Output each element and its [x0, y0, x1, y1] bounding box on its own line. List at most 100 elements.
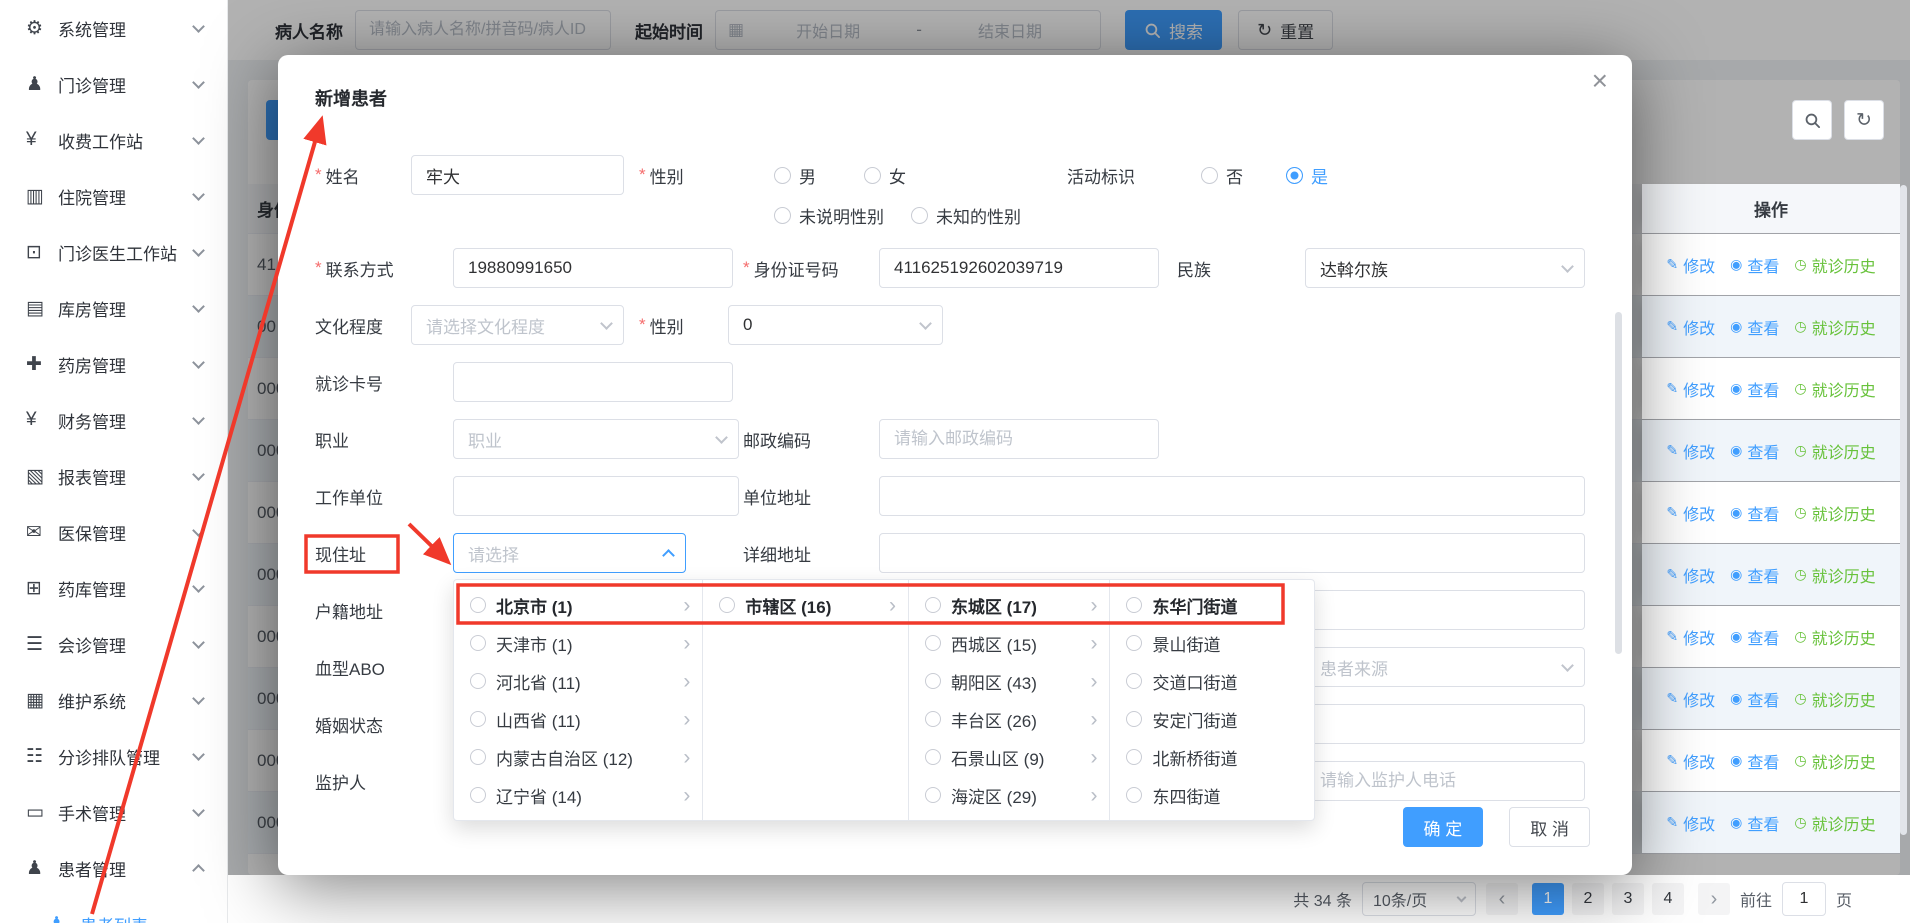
cascader-option[interactable]: 朝阳区 (43)›	[909, 662, 1110, 700]
page-button-1[interactable]: 1	[1532, 883, 1564, 915]
sidebar-item[interactable]: ⊡门诊医生工作站	[0, 224, 227, 280]
cascader-option[interactable]: 天津市 (1)›	[454, 624, 702, 662]
ethnicity-select[interactable]: 达斡尔族	[1305, 248, 1585, 288]
sidebar-item[interactable]: ☰会诊管理	[0, 616, 227, 672]
refresh-table-button[interactable]: ↻	[1844, 100, 1884, 140]
edit-link[interactable]: ✎修改	[1666, 315, 1715, 339]
sidebar-item[interactable]: ♟门诊管理	[0, 56, 227, 112]
cascader-option[interactable]: 河北省 (11)›	[454, 662, 702, 700]
radio-gender-unspecified[interactable]: 未说明性别	[774, 195, 884, 235]
cascader-option[interactable]: 石景山区 (9)›	[909, 738, 1110, 776]
sidebar-item[interactable]: ☷分诊排队管理	[0, 728, 227, 784]
current-address-select[interactable]: 请选择	[453, 533, 686, 573]
view-link[interactable]: ◉查看	[1730, 501, 1779, 525]
sidebar-item[interactable]: ¥财务管理	[0, 392, 227, 448]
card-no-input[interactable]	[453, 362, 733, 402]
view-link[interactable]: ◉查看	[1730, 439, 1779, 463]
sidebar-item[interactable]: ♟患者管理	[0, 840, 227, 896]
history-link[interactable]: ◷就诊历史	[1794, 687, 1875, 711]
view-link[interactable]: ◉查看	[1730, 687, 1779, 711]
sidebar-item-patient-list[interactable]: ♟患者列表	[0, 896, 227, 923]
sidebar-item[interactable]: ▤库房管理	[0, 280, 227, 336]
radio-female[interactable]: 女	[864, 155, 906, 195]
prev-page-button[interactable]: ‹	[1486, 883, 1518, 915]
view-link[interactable]: ◉查看	[1730, 625, 1779, 649]
radio-active-yes[interactable]: 是	[1286, 155, 1328, 195]
edit-link[interactable]: ✎修改	[1666, 501, 1715, 525]
cascader-option[interactable]: 山西省 (11)›	[454, 700, 702, 738]
cascader-option[interactable]: 交道口街道	[1110, 662, 1314, 700]
history-link[interactable]: ◷就诊历史	[1794, 811, 1875, 835]
right-column-input-2[interactable]	[1305, 704, 1585, 744]
cascader-option[interactable]: 丰台区 (26)›	[909, 700, 1110, 738]
sidebar-item[interactable]: ▧报表管理	[0, 448, 227, 504]
page-button-4[interactable]: 4	[1652, 883, 1684, 915]
cascader-option[interactable]: 海淀区 (29)›	[909, 776, 1110, 814]
modal-scrollbar[interactable]	[1615, 312, 1622, 654]
view-link[interactable]: ◉查看	[1730, 315, 1779, 339]
work-unit-input[interactable]	[453, 476, 739, 516]
cascader-option[interactable]: 东城区 (17)›	[909, 586, 1110, 624]
edit-link[interactable]: ✎修改	[1666, 563, 1715, 587]
edit-link[interactable]: ✎修改	[1666, 625, 1715, 649]
sidebar-item[interactable]: ¥收费工作站	[0, 112, 227, 168]
cascader-option[interactable]: 内蒙古自治区 (12)›	[454, 738, 702, 776]
cascader-option[interactable]: 东华门街道	[1110, 586, 1314, 624]
history-link[interactable]: ◷就诊历史	[1794, 439, 1875, 463]
detail-address-input[interactable]	[879, 533, 1585, 573]
edit-link[interactable]: ✎修改	[1666, 439, 1715, 463]
history-link[interactable]: ◷就诊历史	[1794, 501, 1875, 525]
history-link[interactable]: ◷就诊历史	[1794, 749, 1875, 773]
edit-link[interactable]: ✎修改	[1666, 253, 1715, 277]
confirm-button[interactable]: 确 定	[1403, 807, 1484, 847]
view-link[interactable]: ◉查看	[1730, 811, 1779, 835]
cascader-option[interactable]: 辽宁省 (14)›	[454, 776, 702, 814]
sidebar-item[interactable]: ✚药房管理	[0, 336, 227, 392]
cascader-option[interactable]: 北新桥街道	[1110, 738, 1314, 776]
edit-link[interactable]: ✎修改	[1666, 811, 1715, 835]
sidebar-item[interactable]: ▥住院管理	[0, 168, 227, 224]
sidebar-item[interactable]: ⚙系统管理	[0, 0, 227, 56]
radio-male[interactable]: 男	[774, 155, 816, 195]
view-link[interactable]: ◉查看	[1730, 253, 1779, 277]
cascader-option[interactable]: 北京市 (1)›	[454, 586, 702, 624]
name-input[interactable]	[411, 155, 624, 195]
sidebar-item[interactable]: ⊞药库管理	[0, 560, 227, 616]
cancel-button[interactable]: 取 消	[1509, 807, 1590, 847]
view-link[interactable]: ◉查看	[1730, 563, 1779, 587]
history-link[interactable]: ◷就诊历史	[1794, 625, 1875, 649]
id-number-input[interactable]	[879, 248, 1159, 288]
cascader-option[interactable]: 西城区 (15)›	[909, 624, 1110, 662]
sidebar-item[interactable]: ✉医保管理	[0, 504, 227, 560]
work-address-input[interactable]	[879, 476, 1585, 516]
view-link[interactable]: ◉查看	[1730, 749, 1779, 773]
sidebar-item[interactable]: ▦维护系统	[0, 672, 227, 728]
page-button-2[interactable]: 2	[1572, 883, 1604, 915]
cascader-option[interactable]: 东四街道	[1110, 776, 1314, 814]
contact-input[interactable]	[453, 248, 733, 288]
goto-page-input[interactable]	[1782, 882, 1826, 916]
close-icon[interactable]: ×	[1592, 67, 1608, 95]
page-size-select[interactable]: 10条/页	[1362, 882, 1476, 916]
guardian-phone-input[interactable]	[1305, 761, 1585, 801]
column-filter-button[interactable]	[1792, 100, 1832, 140]
page-button-3[interactable]: 3	[1612, 883, 1644, 915]
gender-code-select[interactable]: 0	[728, 305, 943, 345]
sidebar-item[interactable]: ▭手术管理	[0, 784, 227, 840]
cascader-option[interactable]: 安定门街道	[1110, 700, 1314, 738]
occupation-select[interactable]: 职业	[453, 419, 739, 459]
next-page-button[interactable]: ›	[1698, 883, 1730, 915]
right-column-input-1[interactable]	[1305, 590, 1585, 630]
edit-link[interactable]: ✎修改	[1666, 377, 1715, 401]
radio-active-no[interactable]: 否	[1201, 155, 1243, 195]
history-link[interactable]: ◷就诊历史	[1794, 377, 1875, 401]
view-link[interactable]: ◉查看	[1730, 377, 1779, 401]
cascader-option[interactable]: 市辖区 (16)›	[703, 586, 908, 624]
radio-gender-unknown[interactable]: 未知的性别	[911, 195, 1021, 235]
edit-link[interactable]: ✎修改	[1666, 687, 1715, 711]
education-select[interactable]: 请选择文化程度	[411, 305, 624, 345]
cascader-option[interactable]: 景山街道	[1110, 624, 1314, 662]
edit-link[interactable]: ✎修改	[1666, 749, 1715, 773]
history-link[interactable]: ◷就诊历史	[1794, 563, 1875, 587]
postal-code-input[interactable]	[879, 419, 1159, 459]
